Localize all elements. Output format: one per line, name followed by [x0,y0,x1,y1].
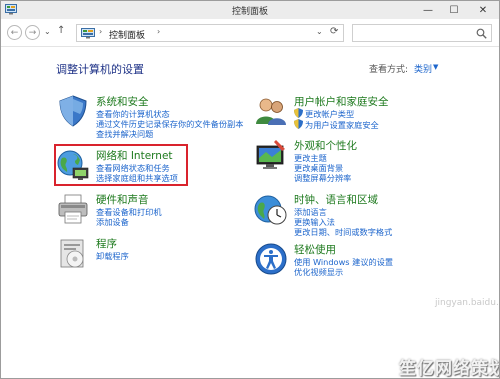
category-title[interactable]: 系统和安全 [96,94,149,109]
title-bar: 控制面板 — ☐ ✕ [1,1,499,19]
chevron-down-icon[interactable]: ▼ [433,63,438,71]
address-bar[interactable]: › 控制面板 › ⌄ ⟳ [76,24,344,42]
view-by-label: 查看方式: [369,65,409,75]
appearance-monitor-icon[interactable] [254,138,288,172]
category-user-accounts: 用户帐户和家庭安全 更改帐户类型 为用户设置家庭安全 [254,94,454,134]
category-link[interactable]: 优化视频显示 [294,266,343,278]
category-title[interactable]: 时钟、语言和区域 [294,192,378,207]
category-system-security: 系统和安全 查看你的计算机状态 通过文件历史记录保存你的文件备份副本 查找并解决… [56,94,256,140]
category-ease-of-access: 轻松使用 使用 Windows 建议的设置 优化视频显示 [254,242,454,278]
uac-shield-icon [294,108,303,118]
category-link[interactable]: 查找并解决问题 [96,128,153,140]
recent-locations-button[interactable]: ⌄ [44,27,51,36]
main-content: 调整计算机的设置 查看方式: 类别 ▼ 系统和安全 查看你的计算机状态 通过文件… [1,48,499,378]
category-link[interactable]: 为用户设置家庭安全 [305,119,379,131]
category-link[interactable]: 卸载程序 [96,250,129,262]
category-link[interactable]: 添加设备 [96,216,129,228]
refresh-button[interactable]: ⟳ [330,26,338,37]
category-title[interactable]: 程序 [96,236,117,251]
watermark-stamp: jingyan.baidu.com [435,298,499,308]
close-button[interactable]: ✕ [467,1,499,19]
control-panel-icon [81,28,95,39]
forward-button[interactable]: → [25,25,40,40]
navigation-bar: ← → ⌄ ↑ › 控制面板 › ⌄ ⟳ [1,19,499,47]
category-hardware-sound: 硬件和声音 查看设备和打印机 添加设备 [56,192,256,228]
breadcrumb-separator[interactable]: › [99,27,102,36]
watermark-text: 笙亿网络策划 [399,359,500,379]
printer-icon[interactable] [56,192,90,226]
category-link[interactable]: 调整屏幕分辨率 [294,172,351,184]
up-button[interactable]: ↑ [57,25,65,36]
uac-shield-icon [294,119,303,129]
category-title[interactable]: 硬件和声音 [96,192,149,207]
page-heading: 调整计算机的设置 [56,63,144,76]
category-programs: 程序 卸载程序 [56,236,256,276]
category-title[interactable]: 用户帐户和家庭安全 [294,94,389,109]
back-button[interactable]: ← [7,25,22,40]
breadcrumb[interactable]: 控制面板 [109,28,145,41]
category-clock-language-region: 时钟、语言和区域 添加语言 更换输入法 更改日期、时间或数字格式 [254,192,454,238]
breadcrumb-separator[interactable]: › [157,27,160,36]
highlight-annotation [54,144,188,186]
address-dropdown-button[interactable]: ⌄ [316,27,323,36]
search-icon[interactable] [476,28,487,39]
minimize-button[interactable]: — [415,1,441,19]
clock-globe-icon[interactable] [254,192,288,226]
maximize-button[interactable]: ☐ [441,1,467,19]
control-panel-window: 控制面板 — ☐ ✕ ← → ⌄ ↑ › 控制面板 › ⌄ ⟳ 调整计算机的设置… [0,0,500,379]
category-link[interactable]: 更改日期、时间或数字格式 [294,226,392,238]
category-title[interactable]: 轻松使用 [294,242,336,257]
search-input[interactable] [352,24,492,42]
category-appearance: 外观和个性化 更改主题 更改桌面背景 调整屏幕分辨率 [254,138,454,184]
users-icon[interactable] [254,94,288,128]
ease-of-access-icon[interactable] [254,242,288,276]
category-title[interactable]: 外观和个性化 [294,138,357,153]
view-by-dropdown[interactable]: 类别 [414,62,432,75]
security-shield-icon[interactable] [56,94,90,128]
programs-icon[interactable] [56,236,90,270]
